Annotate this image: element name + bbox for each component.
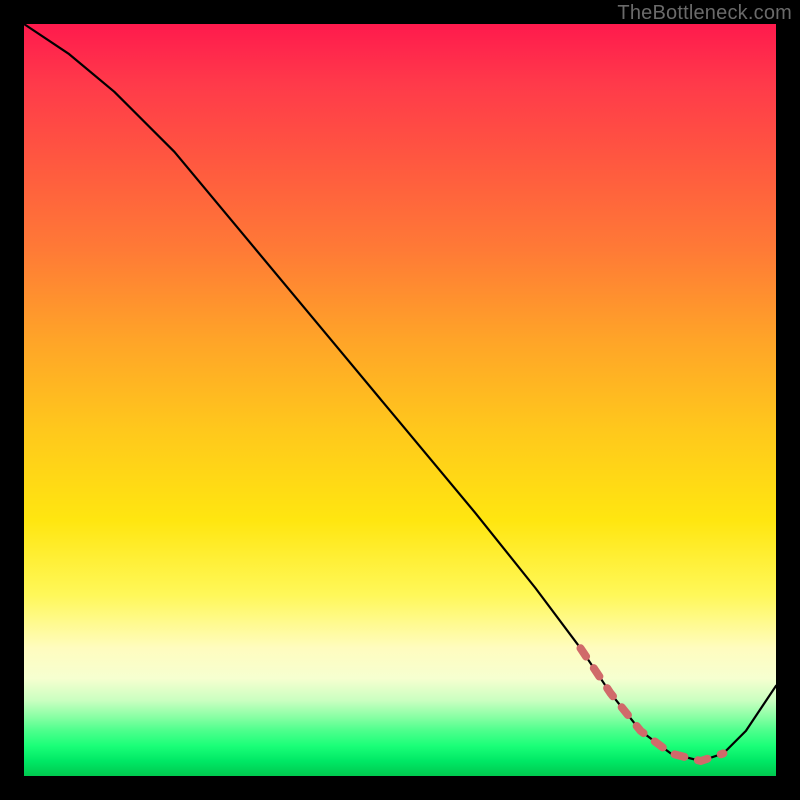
main-curve [24, 24, 776, 761]
watermark-text: TheBottleneck.com [617, 2, 792, 25]
plot-area [24, 24, 776, 776]
chart-frame: TheBottleneck.com [0, 0, 800, 800]
curve-layer [24, 24, 776, 776]
optimal-range-marker [581, 648, 724, 761]
